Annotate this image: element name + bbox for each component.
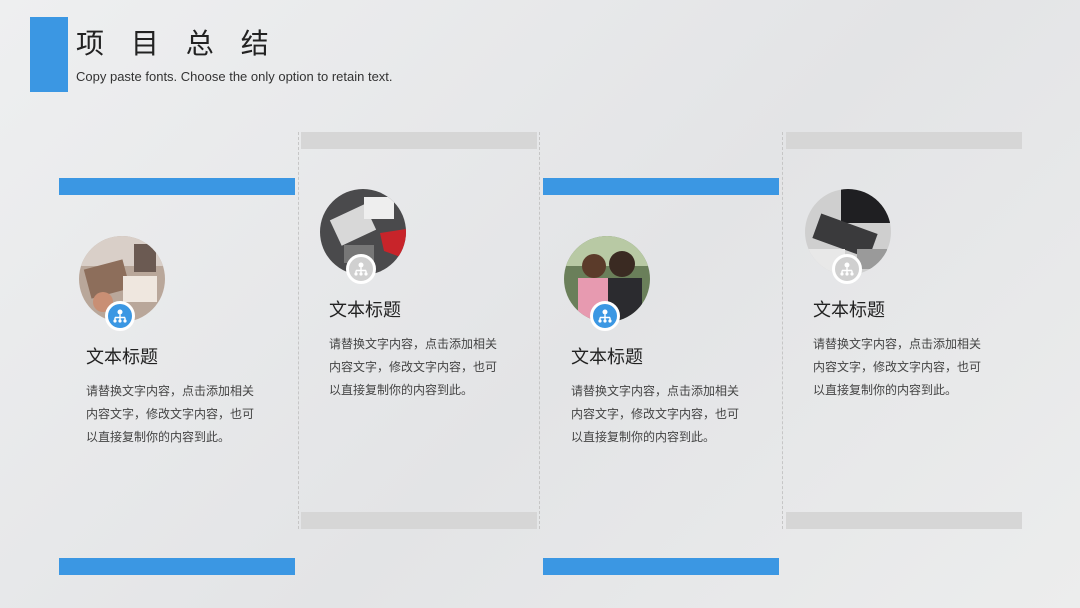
network-icon bbox=[346, 254, 376, 284]
network-icon bbox=[832, 254, 862, 284]
page-title: 项 目 总 结 bbox=[76, 27, 278, 60]
card-3-top-bar bbox=[543, 178, 779, 195]
page-subtitle: Copy paste fonts. Choose the only option… bbox=[76, 69, 393, 84]
card-title: 文本标题 bbox=[86, 347, 158, 368]
card-body: 请替换文字内容，点击添加相关内容文字，修改文字内容，也可以直接复制你的内容到此。 bbox=[86, 384, 255, 444]
card-title: 文本标题 bbox=[571, 347, 643, 368]
divider-line bbox=[539, 132, 540, 529]
title-accent-bar bbox=[30, 17, 68, 92]
card-body: 请替换文字内容，点击添加相关内容文字，修改文字内容，也可以直接复制你的内容到此。 bbox=[571, 384, 740, 444]
card-1-bottom-bar bbox=[59, 558, 295, 575]
network-icon bbox=[105, 301, 135, 331]
card-title: 文本标题 bbox=[329, 300, 401, 321]
card-4-bottom-bar bbox=[786, 512, 1022, 529]
card-title: 文本标题 bbox=[813, 300, 885, 321]
network-icon bbox=[590, 301, 620, 331]
card-1-top-bar bbox=[59, 178, 295, 195]
divider-line bbox=[298, 132, 299, 529]
card-body: 请替换文字内容，点击添加相关内容文字，修改文字内容，也可以直接复制你的内容到此。 bbox=[813, 337, 982, 397]
card-2-top-bar bbox=[301, 132, 537, 149]
card-2-bottom-bar bbox=[301, 512, 537, 529]
card-4-top-bar bbox=[786, 132, 1022, 149]
card-3-bottom-bar bbox=[543, 558, 779, 575]
divider-line bbox=[782, 132, 783, 529]
card-body: 请替换文字内容，点击添加相关内容文字，修改文字内容，也可以直接复制你的内容到此。 bbox=[329, 337, 498, 397]
